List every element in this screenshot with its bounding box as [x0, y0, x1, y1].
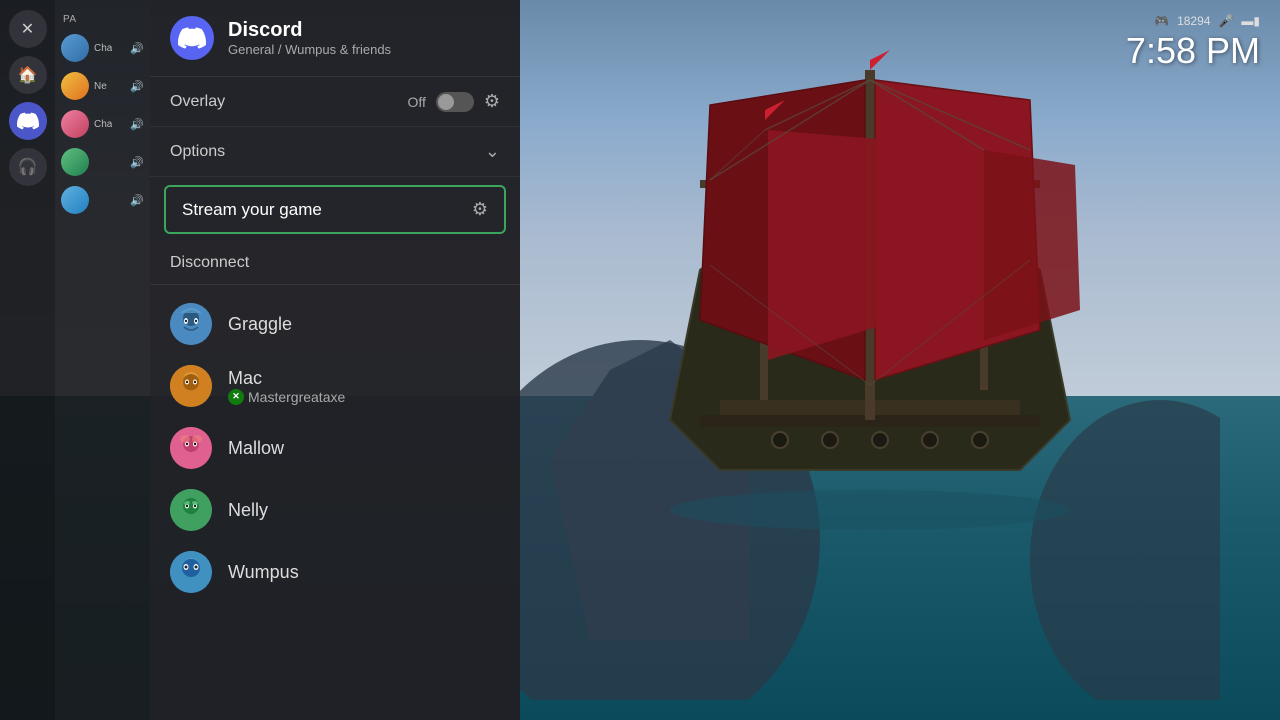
- overlay-toggle[interactable]: [436, 92, 474, 112]
- toggle-knob: [438, 94, 454, 110]
- sidebar2-icon-2: 🔊: [130, 80, 144, 93]
- member-name-graggle: Graggle: [228, 314, 292, 335]
- discord-header-text: Discord General / Wumpus & friends: [228, 19, 391, 57]
- member-avatar-graggle: [170, 303, 212, 345]
- sidebar2-item-4[interactable]: 🔊: [55, 143, 150, 181]
- stream-button[interactable]: Stream your game ⚙: [164, 185, 506, 234]
- chevron-down-icon: ⌄: [485, 141, 500, 162]
- overlay-label: Overlay: [170, 93, 397, 111]
- sidebar2-icon-1: 🔊: [130, 42, 144, 55]
- options-label: Options: [170, 143, 485, 161]
- member-name-mac: Mac: [228, 368, 262, 388]
- sidebar2-label-2: Ne: [94, 81, 107, 92]
- mic-icon: 🎤: [1218, 14, 1233, 28]
- battery-icon: ▬▮: [1241, 14, 1260, 28]
- status-icons: 🎮 18294 🎤 ▬▮: [1154, 14, 1260, 28]
- member-item-mac[interactable]: Mac ✕ Mastergreataxe: [150, 355, 520, 417]
- members-list: Graggle Mac: [150, 285, 520, 720]
- sidebar2-icon-3: 🔊: [130, 118, 144, 131]
- disconnect-row[interactable]: Disconnect: [150, 242, 520, 285]
- sidebar2-item-5[interactable]: 🔊: [55, 181, 150, 219]
- discord-header: Discord General / Wumpus & friends: [150, 0, 520, 77]
- sidebar2-header: Pa: [55, 8, 150, 29]
- member-avatar-mac: [170, 365, 212, 407]
- member-avatar-wumpus: [170, 551, 212, 593]
- sidebar-icon-discord[interactable]: [9, 102, 47, 140]
- overlay-gear-icon[interactable]: ⚙: [484, 91, 500, 112]
- discord-channel-name: General / Wumpus & friends: [228, 42, 391, 57]
- member-item-nelly[interactable]: Nelly: [150, 479, 520, 541]
- sidebar2-item-3[interactable]: Cha 🔊: [55, 105, 150, 143]
- sidebar2-label-3: Cha: [94, 119, 112, 130]
- member-item-wumpus[interactable]: Wumpus: [150, 541, 520, 603]
- sidebar2-item-2[interactable]: Ne 🔊: [55, 67, 150, 105]
- member-info-mac: Mac ✕ Mastergreataxe: [228, 368, 345, 405]
- options-row[interactable]: Options ⌄: [150, 127, 520, 177]
- discord-app-title: Discord: [228, 19, 391, 42]
- stream-gear-icon: ⚙: [472, 199, 488, 220]
- xbox-gamertag-mac: Mastergreataxe: [248, 389, 345, 405]
- member-avatar-nelly: [170, 489, 212, 531]
- discord-panel: Discord General / Wumpus & friends Overl…: [150, 0, 520, 720]
- score-icon: 🎮: [1154, 14, 1169, 28]
- member-item-mallow[interactable]: Mallow: [150, 417, 520, 479]
- member-name-nelly: Nelly: [228, 500, 268, 521]
- member-item-graggle[interactable]: Graggle: [150, 293, 520, 355]
- stream-button-label: Stream your game: [182, 200, 462, 220]
- sidebar2-icon-4: 🔊: [130, 156, 144, 169]
- clock: 7:58 PM: [1126, 30, 1260, 72]
- xbox-icon-mac: ✕: [228, 389, 244, 405]
- score-value: 18294: [1177, 14, 1210, 28]
- sidebar-primary: ✕ 🏠 🎧: [0, 0, 55, 720]
- member-name-mallow: Mallow: [228, 438, 284, 459]
- sidebar-icon-xbox[interactable]: ✕: [9, 10, 47, 48]
- disconnect-label: Disconnect: [170, 254, 249, 271]
- sidebar-secondary: Pa Cha 🔊 Ne 🔊 Cha 🔊 🔊 🔊: [55, 0, 150, 720]
- member-avatar-mallow: [170, 427, 212, 469]
- sidebar2-label-1: Cha: [94, 43, 112, 54]
- sidebar-icon-home[interactable]: 🏠: [9, 56, 47, 94]
- member-xbox-mac: ✕ Mastergreataxe: [228, 389, 345, 405]
- overlay-row: Overlay Off ⚙: [150, 77, 520, 127]
- sidebar-icon-headset[interactable]: 🎧: [9, 148, 47, 186]
- member-name-wumpus: Wumpus: [228, 562, 299, 583]
- discord-logo: [170, 16, 214, 60]
- sidebar2-icon-5: 🔊: [130, 194, 144, 207]
- status-bar: 🎮 18294 🎤 ▬▮ 7:58 PM: [1126, 14, 1260, 72]
- overlay-status: Off: [407, 94, 425, 110]
- ui-overlay: ✕ 🏠 🎧 Pa Cha 🔊 Ne 🔊 Cha 🔊: [0, 0, 1280, 720]
- sidebar2-item-1[interactable]: Cha 🔊: [55, 29, 150, 67]
